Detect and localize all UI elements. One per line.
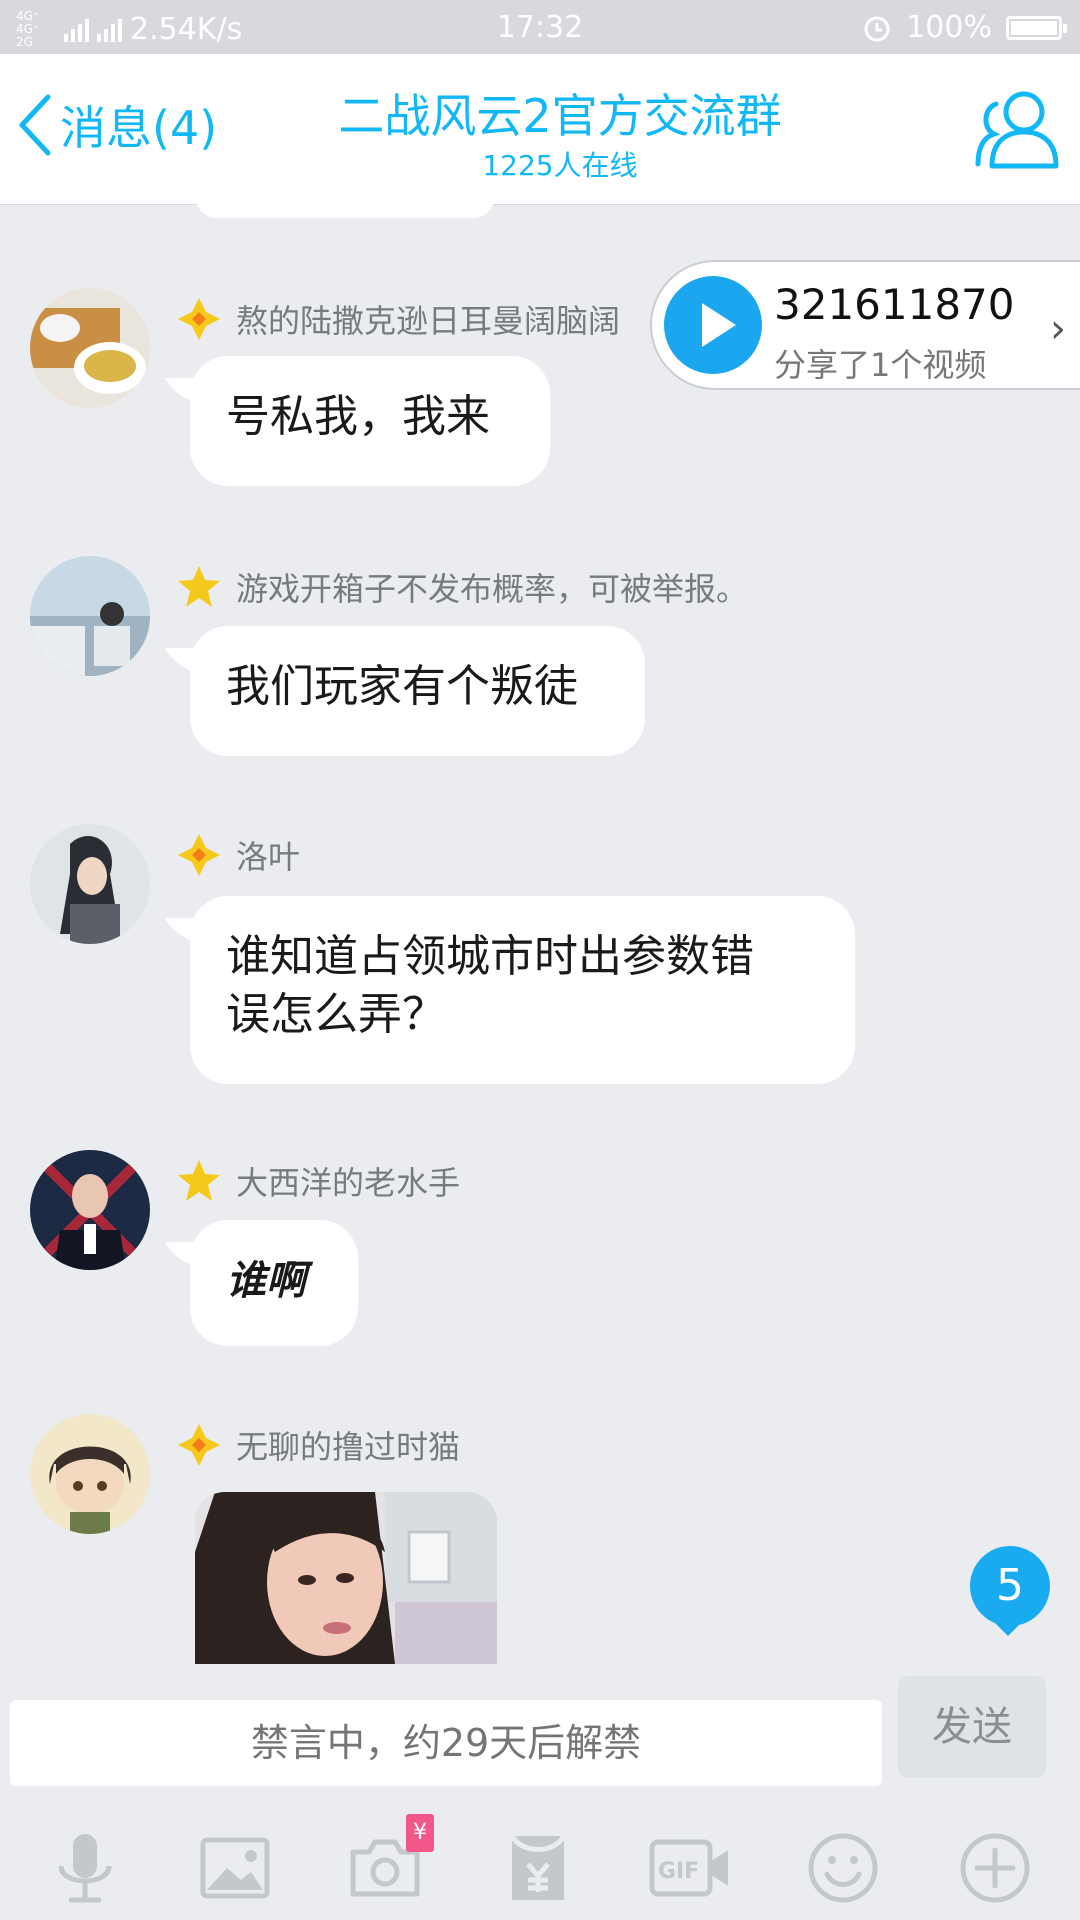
battery-percent: 100% [906,10,992,45]
avatar[interactable] [30,1150,150,1270]
microphone-icon[interactable] [45,1828,125,1908]
battery-icon [1006,15,1067,40]
input-toolbar: ¥ GIF [0,1812,1080,1920]
red-packet-icon[interactable] [498,1828,578,1908]
chevron-left-icon [19,94,51,156]
rank-diamond-icon [178,298,220,340]
chevron-right-icon: › [1050,306,1066,352]
rank-diamond-icon [178,1424,220,1466]
photo-message[interactable] [195,1492,497,1664]
svg-text:GIF: GIF [658,1859,699,1884]
status-bar: 4G⁺ 4G⁺ 2G 2.54K/s 17:32 100% [0,0,1080,54]
message-line: 误怎么弄？ [226,989,446,1040]
share-number: 321611870 [774,280,1015,329]
send-button[interactable]: 发送 [898,1676,1046,1778]
rank-star-icon [178,566,220,607]
sender-name: 游戏开箱子不发布概率，可被举报。 [176,564,748,610]
message-bubble[interactable]: 号私我，我来 [190,356,550,486]
image-icon[interactable] [195,1828,275,1908]
sender-name: 大西洋的老水手 [176,1158,460,1204]
sender-name: 熬的陆撒克逊日耳曼阔脑阔 [176,296,620,342]
share-description: 分享了1个视频 [774,346,987,384]
sender-name: 洛叶 [176,832,300,878]
previous-message-bubble [195,196,495,218]
camera-badge: ¥ [406,1814,434,1852]
rank-diamond-icon [178,834,220,876]
play-icon [664,276,762,374]
group-members-icon[interactable] [972,84,1062,174]
emoji-icon[interactable] [803,1828,883,1908]
avatar[interactable] [30,556,150,676]
avatar[interactable] [30,1414,150,1534]
avatar[interactable] [30,824,150,944]
video-share-popup[interactable]: 321611870 分享了1个视频 › [650,260,1080,390]
avatar[interactable] [30,288,150,408]
unread-count-badge[interactable]: 5 [970,1546,1050,1636]
message-bubble[interactable]: 谁啊 [190,1220,358,1346]
sender-name: 无聊的撸过时猫 [176,1422,460,1468]
gif-icon[interactable]: GIF [648,1828,732,1908]
group-title: 二战风云2官方交流群 [338,89,782,143]
message-input[interactable] [10,1700,882,1786]
input-area: 发送 ¥ GIF [0,1664,1080,1920]
alarm-icon [864,16,890,41]
message-bubble[interactable]: 我们玩家有个叛徒 [190,626,645,756]
message-line: 谁知道占领城市时出参数错 [226,931,754,982]
chat-header: 消息(4) 二战风云2官方交流群 1225人在线 [0,54,1080,205]
plus-icon[interactable] [955,1828,1035,1908]
message-bubble[interactable]: 谁知道占领城市时出参数错 误怎么弄？ [190,896,855,1084]
back-button[interactable]: 消息(4) [14,92,217,158]
online-count: 1225人在线 [482,149,638,182]
back-label: 消息(4) [60,101,218,155]
rank-star-icon [178,1160,220,1201]
